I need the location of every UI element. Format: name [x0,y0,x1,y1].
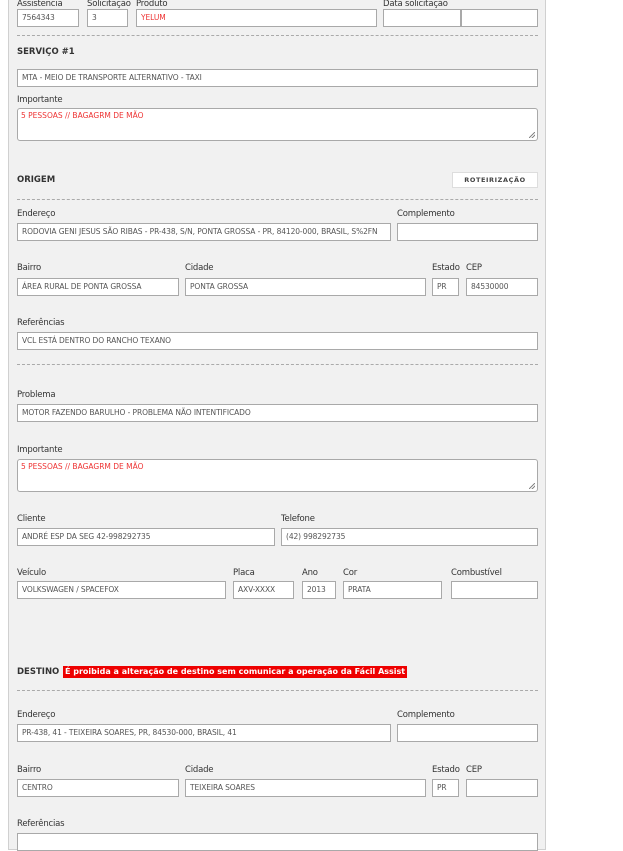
veiculo-input[interactable]: VOLKSWAGEN / SPACEFOX [17,581,226,599]
destino-estado-input[interactable]: PR [432,779,459,797]
solicitacao-input[interactable]: 3 [87,9,128,27]
produto-label: Produto [136,0,168,9]
destino-bairro-input[interactable]: CENTRO [17,779,179,797]
divider [17,199,538,200]
cor-label: Cor [343,568,358,578]
divider [17,35,538,36]
ano-label: Ano [302,568,318,578]
origem-bairro-input[interactable]: ÁREA RURAL DE PONTA GROSSA [17,278,179,296]
ano-input[interactable]: 2013 [302,581,336,599]
cidade-label: Cidade [185,765,214,775]
destino-complemento-input[interactable] [397,724,538,742]
bairro-label: Bairro [17,263,42,273]
referencias-label: Referências [17,318,65,328]
origem-referencias-input[interactable]: VCL ESTÁ DENTRO DO RANCHO TEXANO [17,332,538,350]
servico-tipo-input[interactable]: MTA - MEIO DE TRANSPORTE ALTERNATIVO - T… [17,69,538,87]
bairro-label: Bairro [17,765,42,775]
telefone-input[interactable]: (42) 998292735 [281,528,538,546]
complemento-label: Complemento [397,209,455,219]
cep-label: CEP [466,263,482,273]
telefone-label: Telefone [281,514,315,524]
origem-cep-input[interactable]: 84530000 [466,278,538,296]
destino-cidade-input[interactable]: TEIXEIRA SOARES [185,779,426,797]
cidade-label: Cidade [185,263,214,273]
importante-label: Importante [17,95,63,105]
servico-title: SERVIÇO #1 [17,47,75,57]
veiculo-label: Veículo [17,568,46,578]
cor-input[interactable]: PRATA [343,581,442,599]
divider [17,690,538,691]
cliente-input[interactable]: ANDRÉ ESP DA SEG 42-998292735 [17,528,275,546]
destino-title: DESTINO [17,667,60,677]
servico-importante-textarea[interactable]: 5 PESSOAS // BAGAGRM DE MÃO [17,108,538,141]
destino-cep-input[interactable] [466,779,538,797]
endereco-label: Endereço [17,710,56,720]
complemento-label: Complemento [397,710,455,720]
importante-label: Importante [17,445,63,455]
importante-text: 5 PESSOAS // BAGAGRM DE MÃO [21,462,144,471]
endereco-label: Endereço [17,209,56,219]
importante-text: 5 PESSOAS // BAGAGRM DE MÃO [21,111,144,120]
origem-endereco-input[interactable]: RODOVIA GENI JESUS SÃO RIBAS - PR-438, S… [17,223,391,241]
origem-estado-input[interactable]: PR [432,278,459,296]
solicitacao-label: Solicitação [87,0,131,9]
destino-endereco-input[interactable]: PR-438, 41 - TEIXEIRA SOARES, PR, 84530-… [17,724,391,742]
resize-grip-icon[interactable] [529,483,535,489]
placa-label: Placa [233,568,255,578]
assistencia-label: Assistencia [17,0,63,9]
divider [17,364,538,365]
origem-title: ORIGEM [17,175,56,185]
hora-input[interactable] [461,9,538,27]
problema-label: Problema [17,390,56,400]
estado-label: Estado [432,263,460,273]
cliente-label: Cliente [17,514,46,524]
origem-complemento-input[interactable] [397,223,538,241]
roteirizacao-button[interactable]: ROTEIRIZAÇÃO [452,172,538,188]
resize-grip-icon[interactable] [529,132,535,138]
placa-input[interactable]: AXV-XXXX [233,581,294,599]
cep-label: CEP [466,765,482,775]
data-input[interactable] [383,9,461,27]
origem-cidade-input[interactable]: PONTA GROSSA [185,278,426,296]
combustivel-label: Combustível [451,568,502,578]
combustivel-input[interactable] [451,581,538,599]
produto-input[interactable]: YELUM [136,9,377,27]
estado-label: Estado [432,765,460,775]
referencias-label: Referências [17,819,65,829]
ocorrencia-importante-textarea[interactable]: 5 PESSOAS // BAGAGRM DE MÃO [17,459,538,492]
data-label: Data solicitação [383,0,448,9]
destino-warning-banner: É proibida a alteração de destino sem co… [63,666,408,678]
assistencia-input[interactable]: 7564343 [17,9,79,27]
problema-input[interactable]: MOTOR FAZENDO BARULHO - PROBLEMA NÃO INT… [17,404,538,422]
